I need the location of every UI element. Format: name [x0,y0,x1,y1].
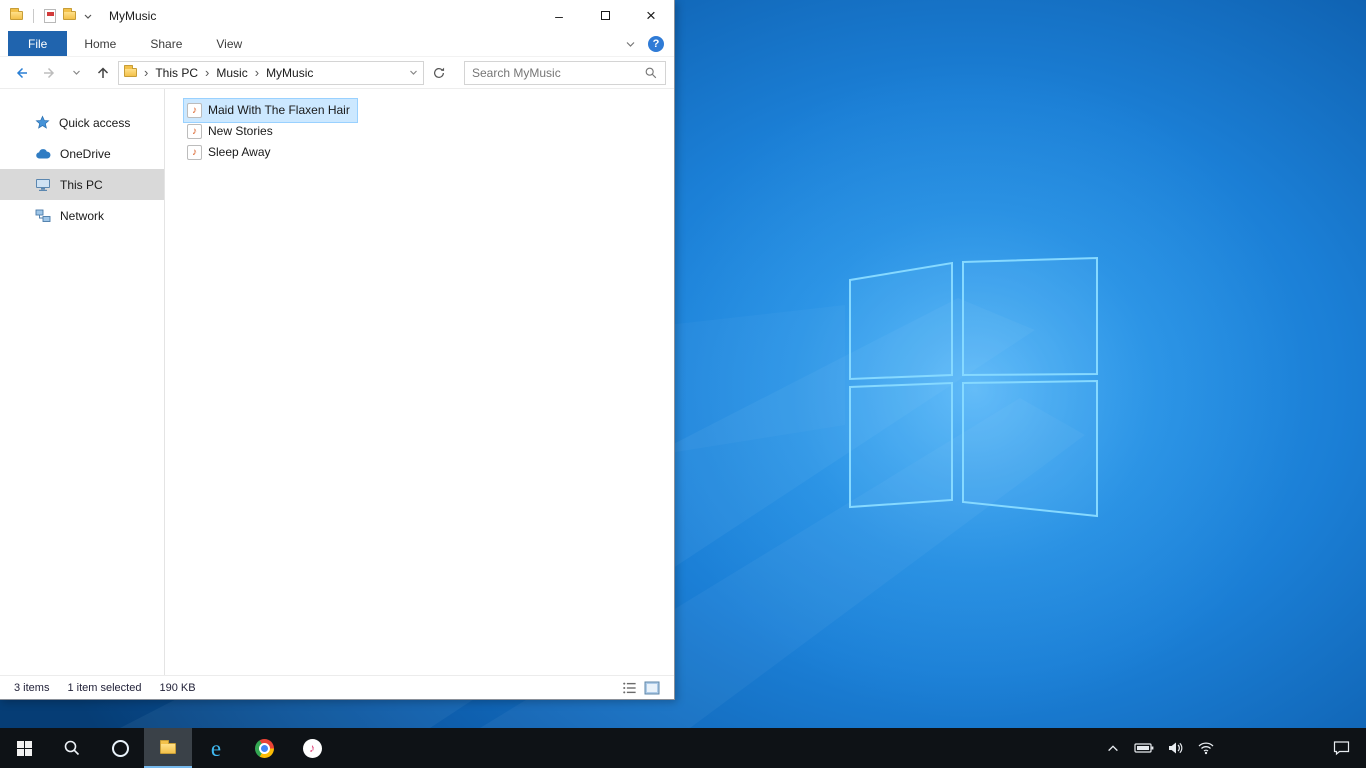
action-center-icon [1333,741,1349,756]
toolbar-separator [33,8,34,23]
file-name: Sleep Away [208,145,271,159]
search-icon [64,740,80,756]
new-folder-icon[interactable] [63,8,76,20]
sidebar-item-onedrive[interactable]: OneDrive [0,138,164,169]
windows-logo-icon [16,740,32,756]
up-button[interactable] [91,61,115,85]
tab-file[interactable]: File [8,31,68,56]
file-list[interactable]: ♪ Maid With The Flaxen Hair ♪ New Storie… [165,89,674,675]
file-row[interactable]: ♪ Sleep Away [183,140,279,165]
selection-size: 190 KB [159,681,196,694]
titlebar[interactable]: MyMusic – × [0,0,674,31]
music-file-icon: ♪ [187,145,202,160]
breadcrumb-separator[interactable]: › [254,65,260,80]
breadcrumb-this-pc[interactable]: This PC [155,66,198,80]
taskbar-search-button[interactable] [48,728,96,768]
chevron-up-icon [1108,745,1118,752]
sidebar-item-this-pc[interactable]: This PC [0,169,164,200]
cortana-icon [111,739,129,757]
ribbon-tabs: File Home Share View ? [0,31,674,57]
tray-show-hidden-icons-button[interactable] [1102,728,1124,768]
sidebar-item-network[interactable]: Network [0,200,164,231]
chrome-button[interactable] [240,728,288,768]
window-folder-icon [10,8,23,20]
itunes-button[interactable]: ♪ [288,728,336,768]
sidebar-item-quick-access[interactable]: Quick access [0,107,164,138]
item-count: 3 items [14,681,50,694]
wifi-icon [1198,742,1214,755]
tab-share[interactable]: Share [133,31,199,56]
back-button[interactable] [10,61,34,85]
customize-toolbar-chevron-icon[interactable] [83,12,93,20]
address-bar[interactable]: › This PC › Music › MyMusic [118,60,424,85]
network-icon [35,209,51,222]
taskbar: e ♪ [0,728,1366,768]
address-dropdown-chevron-icon[interactable] [409,69,418,76]
system-tray [1102,728,1366,768]
maximize-icon [600,11,610,20]
internet-explorer-icon: e [210,735,222,761]
internet-explorer-button[interactable]: e [192,728,240,768]
sidebar-item-label: This PC [60,177,103,192]
close-button[interactable]: × [628,0,674,31]
file-explorer-button[interactable] [144,728,192,768]
star-icon [35,115,50,129]
large-icons-view-button[interactable] [644,681,660,695]
breadcrumb-music[interactable]: Music [216,66,247,80]
maximize-button[interactable] [582,0,628,31]
computer-icon [36,178,50,191]
speaker-icon [1169,742,1183,754]
properties-icon[interactable] [44,8,56,23]
file-name: Maid With The Flaxen Hair [208,103,350,117]
breadcrumb-separator[interactable]: › [143,65,149,80]
address-folder-icon [124,65,137,77]
volume-button[interactable] [1164,728,1186,768]
chrome-icon [254,738,274,758]
cloud-icon [36,148,51,158]
start-button[interactable] [0,728,48,768]
itunes-icon: ♪ [302,738,322,758]
recent-locations-chevron-icon[interactable] [64,61,88,85]
music-file-icon: ♪ [187,124,202,139]
action-center-button[interactable] [1330,728,1352,768]
navigation-bar: › This PC › Music › MyMusic [0,57,674,89]
navigation-pane: Quick access OneDrive This PC Network [0,89,165,675]
search-icon[interactable] [644,66,658,80]
tab-home[interactable]: Home [67,31,133,56]
quick-access-toolbar [0,8,93,23]
details-view-button[interactable] [622,681,637,695]
help-icon[interactable]: ? [648,35,664,52]
forward-button[interactable] [37,61,61,85]
search-input[interactable] [472,65,644,80]
breadcrumb-separator[interactable]: › [204,65,210,80]
refresh-button[interactable] [427,61,451,85]
explorer-window: MyMusic – × File Home Share View ? › Thi… [0,0,675,700]
cortana-button[interactable] [96,728,144,768]
breadcrumb-mymusic[interactable]: MyMusic [266,66,313,80]
search-box [464,60,666,85]
battery-icon [1134,743,1154,753]
sidebar-item-label: Quick access [59,115,131,130]
network-button[interactable] [1195,728,1217,768]
file-name: New Stories [208,124,273,138]
status-bar: 3 items 1 item selected 190 KB [0,675,674,699]
battery-status-button[interactable] [1133,728,1155,768]
sidebar-item-label: Network [60,208,105,223]
window-controls: – × [536,0,674,31]
sidebar-item-label: OneDrive [60,146,111,161]
expand-ribbon-chevron-icon[interactable] [625,40,636,48]
selection-status: 1 item selected [67,681,142,694]
window-title: MyMusic [109,8,157,23]
music-file-icon: ♪ [187,103,202,118]
file-explorer-icon [160,739,176,754]
minimize-button[interactable]: – [536,0,582,31]
tab-view[interactable]: View [199,31,259,56]
